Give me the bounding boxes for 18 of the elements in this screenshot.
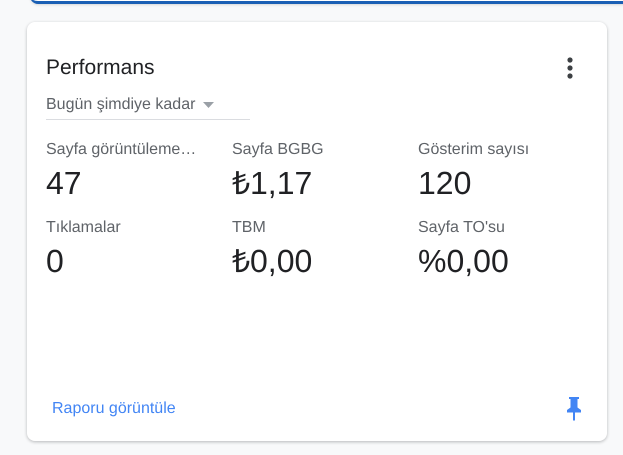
metric-value: ₺0,00 — [232, 242, 314, 281]
metric-label: TBM — [232, 218, 267, 238]
metric-label: Sayfa TO'su — [418, 218, 506, 238]
card-title: Performans — [46, 55, 155, 81]
metric-label: Sayfa BGBG — [232, 140, 325, 160]
metric-value: %0,00 — [418, 242, 510, 281]
metric-label: Tıklamalar — [46, 218, 122, 238]
more-icon — [567, 57, 573, 79]
view-report-link[interactable]: Raporu görüntüle — [52, 397, 176, 421]
metric-label: Sayfa görüntüleme… — [46, 140, 198, 160]
metric-value: 120 — [418, 164, 472, 203]
period-dropdown[interactable]: Bugün şimdiye kadar — [46, 90, 250, 120]
caret-icon — [203, 102, 214, 108]
metric-label: Gösterim sayısı — [418, 140, 530, 160]
metric-value: 47 — [46, 164, 83, 203]
pin-icon[interactable] — [566, 397, 582, 421]
metric-value: ₺1,17 — [232, 164, 314, 203]
metric-value: 0 — [46, 242, 65, 281]
